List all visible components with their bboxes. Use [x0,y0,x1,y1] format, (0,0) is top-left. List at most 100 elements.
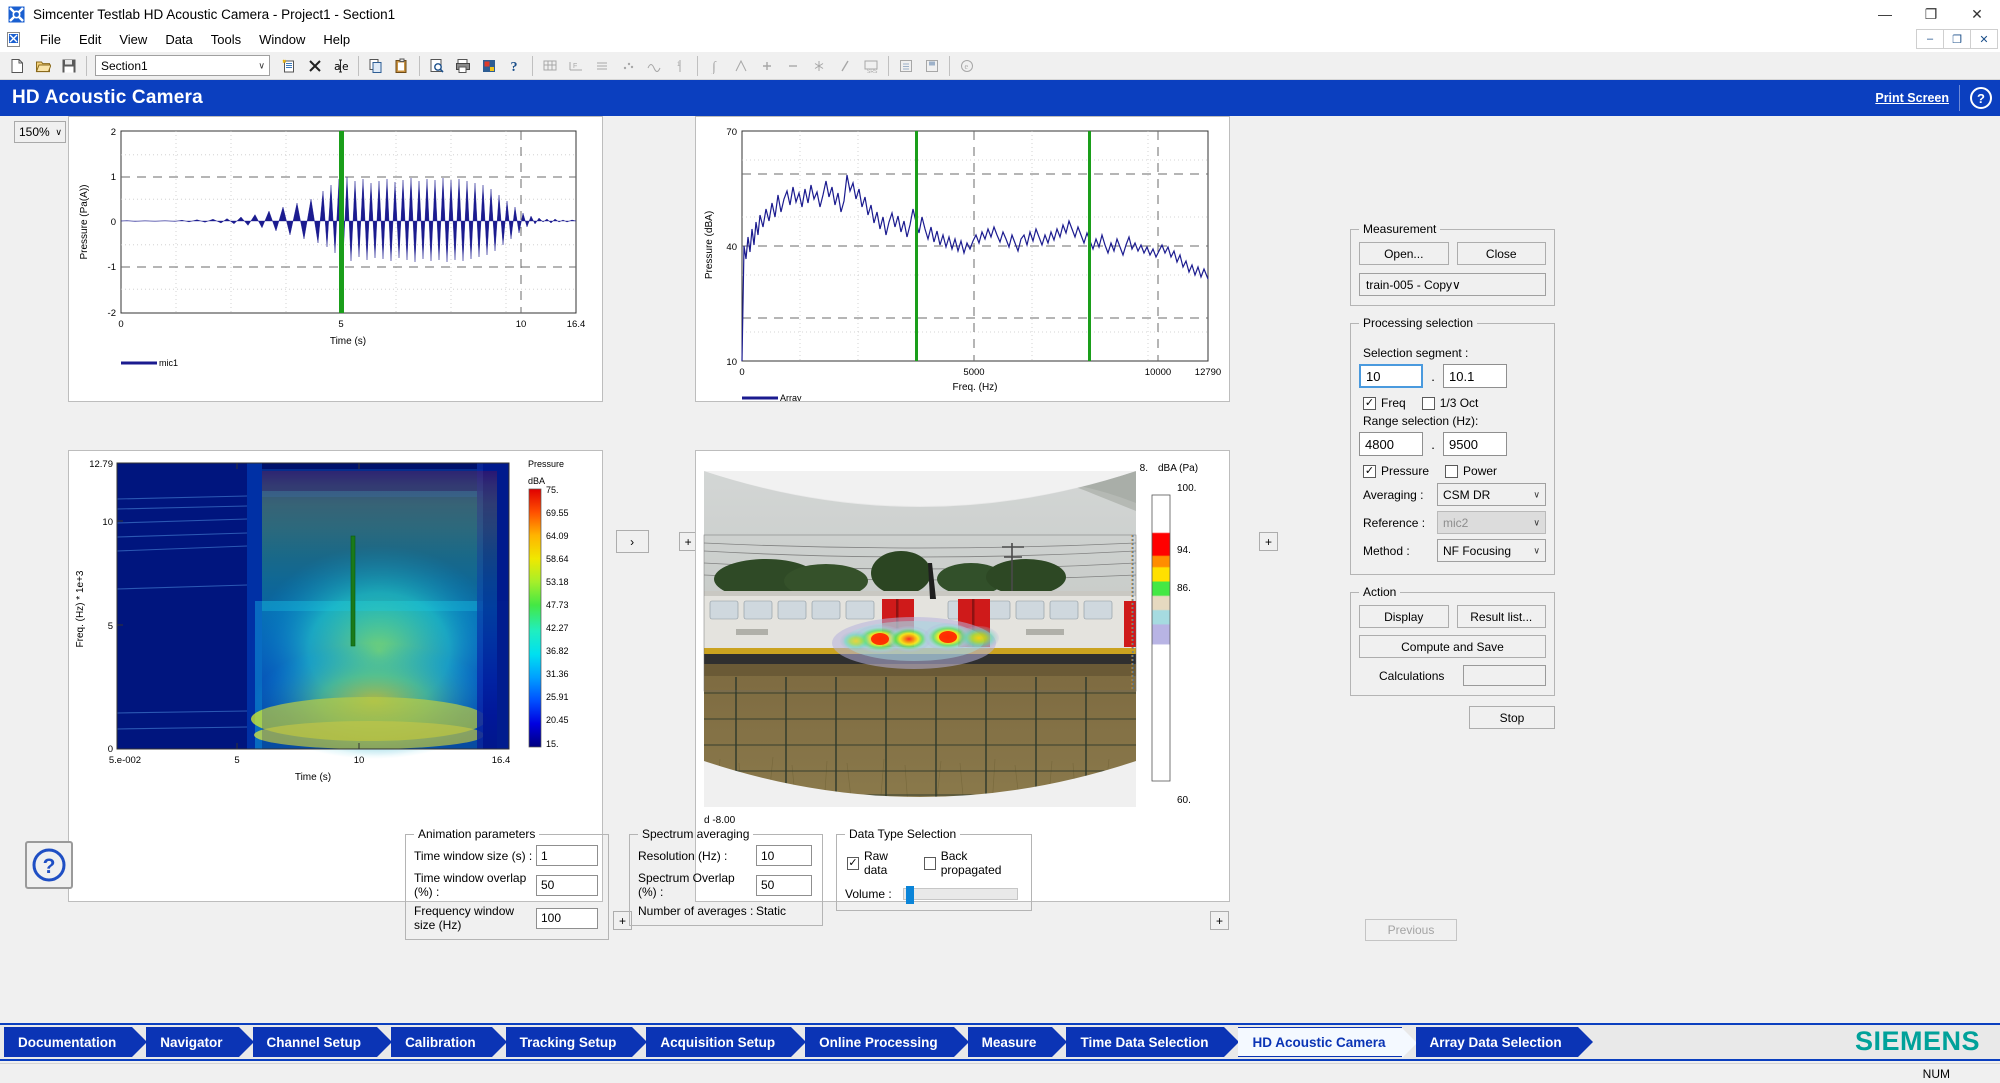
freq-checkbox-row[interactable]: ✓ Freq [1363,396,1406,410]
save-icon[interactable] [57,54,81,77]
raw-data-checkbox[interactable]: ✓ [847,856,859,870]
nav-array-data-selection[interactable]: Array Data Selection [1415,1027,1593,1057]
calculations-label: Calculations [1379,668,1445,683]
power-checkbox-row[interactable]: Power [1445,464,1497,478]
range-end-input[interactable]: 9500 [1443,432,1507,456]
minimize-button[interactable]: — [1862,0,1908,28]
spectrum-cursor-high [1088,131,1091,361]
menu-file[interactable]: File [31,30,70,49]
new-section-icon[interactable] [277,54,301,77]
zoom-level-combo[interactable]: 150% ∨ [14,121,66,143]
time-window-size-input[interactable]: 1 [536,845,598,866]
mdi-close-button[interactable]: ✕ [1970,29,1998,49]
mdi-minimize-button[interactable]: – [1916,29,1944,49]
window-title-text: Simcenter Testlab HD Acoustic Camera - P… [33,6,396,22]
range-start-input[interactable]: 4800 [1359,432,1423,456]
time-next-button[interactable]: › [615,530,649,553]
formula-tool-icon: e [955,54,979,77]
spectrum-chart-panel[interactable]: 70 40 10 0 5000 10000 12790 Freq. (Hz) Press… [695,116,1230,402]
nav-documentation[interactable]: Documentation [4,1027,148,1057]
display-button[interactable]: Display [1359,605,1449,628]
open-measurement-button[interactable]: Open... [1359,242,1449,265]
document-icon [6,31,23,48]
menu-view[interactable]: View [110,30,156,49]
spectrum-overlap-input[interactable]: 50 [756,874,812,896]
third-oct-checkbox-row[interactable]: 1/3 Oct [1421,396,1478,410]
nav-channel-setup[interactable]: Channel Setup [252,1027,392,1057]
resolution-input[interactable]: 10 [756,845,812,866]
svg-text:60.: 60. [1177,795,1191,806]
nav-time-data-selection[interactable]: Time Data Selection [1066,1027,1240,1057]
stop-button[interactable]: Stop [1469,706,1555,729]
back-propagated-checkbox[interactable] [923,856,936,870]
section-combo[interactable]: Section1 ∨ [95,55,270,76]
svg-text:-2: -2 [108,308,116,319]
nav-hd-acoustic-camera[interactable]: HD Acoustic Camera [1238,1027,1417,1058]
time-window-overlap-input[interactable]: 50 [536,874,598,896]
compute-and-save-button[interactable]: Compute and Save [1359,635,1546,658]
result-list-button[interactable]: Result list... [1456,605,1546,628]
power-checkbox[interactable] [1445,464,1459,478]
paste-icon[interactable] [390,54,414,77]
method-select[interactable]: NF Focusing ∨ [1437,539,1546,562]
menu-edit[interactable]: Edit [70,30,110,49]
averaging-value: CSM DR [1443,487,1491,502]
nav-tracking-setup[interactable]: Tracking Setup [505,1027,648,1057]
measurement-selected-value: train-005 - Copy [1366,277,1453,292]
pressure-checkbox-row[interactable]: ✓ Pressure [1363,464,1429,478]
averaging-select[interactable]: CSM DR ∨ [1437,483,1546,506]
mdi-restore-button[interactable]: ❐ [1943,29,1971,49]
freq-checkbox[interactable]: ✓ [1363,396,1376,410]
svg-text:40: 40 [726,242,737,253]
help-question-icon[interactable]: ? [503,54,527,77]
close-button[interactable]: ✕ [1954,0,2000,28]
spectrum-expand-button[interactable]: + [1259,532,1279,551]
menu-help[interactable]: Help [314,30,359,49]
nav-acquisition-setup[interactable]: Acquisition Setup [646,1027,806,1057]
toolbar-separator-5 [697,55,698,76]
nav-measure[interactable]: Measure [967,1027,1068,1057]
maximize-button[interactable]: ❐ [1908,0,1954,28]
help-large-button[interactable]: ? [25,841,73,889]
delete-icon[interactable] [303,54,327,77]
nav-online-processing[interactable]: Online Processing [805,1027,969,1057]
print-screen-link[interactable]: Print Screen [1875,91,1949,105]
nav-calibration[interactable]: Calibration [391,1027,507,1057]
averaging-row: Averaging : CSM DR ∨ [1363,483,1546,506]
close-measurement-button[interactable]: Close [1456,242,1546,265]
multiply-tool-icon [807,54,831,77]
status-num-indicator: NUM [1922,1066,1950,1081]
copy-icon[interactable] [364,54,388,77]
rename-icon[interactable]: ae [329,54,353,77]
print-icon[interactable] [451,54,475,77]
camera-distance-annotation: d -8.00 [704,815,736,826]
camera-expand-button[interactable]: + [1210,911,1229,930]
raw-data-checkbox-row[interactable]: ✓ Raw data [847,849,910,877]
segment-end-input[interactable]: 10.1 [1443,364,1507,388]
measurement-select[interactable]: train-005 - Copy ∨ [1359,273,1546,296]
help-icon[interactable]: ? [1970,87,1992,109]
third-oct-checkbox[interactable] [1421,396,1435,410]
svg-text:5000: 5000 [963,367,984,378]
pressure-checkbox[interactable]: ✓ [1363,464,1376,478]
nav-navigator[interactable]: Navigator [146,1027,254,1057]
menu-data[interactable]: Data [156,30,201,49]
open-icon[interactable] [31,54,55,77]
frequency-window-size-row: Frequency window size (Hz) 100 [414,904,600,932]
time-cursor [339,131,344,313]
menu-tools[interactable]: Tools [202,30,250,49]
export-icon[interactable] [477,54,501,77]
svg-text:15.: 15. [546,739,559,749]
time-data-chart-panel[interactable]: 210 -1 -2 05 10 16.4 Time (s) Pressure (Pa… [68,116,603,402]
new-icon[interactable] [5,54,29,77]
volume-slider-knob[interactable] [906,886,914,904]
back-propagated-checkbox-row[interactable]: Back propagated [923,849,1023,877]
toolbar-separator-2 [358,55,359,76]
frequency-window-size-input[interactable]: 100 [536,907,598,929]
menu-window[interactable]: Window [250,30,314,49]
print-preview-icon[interactable] [425,54,449,77]
segment-start-input[interactable]: 10 [1359,364,1423,388]
svg-text:F: F [573,63,577,70]
volume-slider[interactable] [903,886,1018,904]
toolbar-separator-6 [888,55,889,76]
